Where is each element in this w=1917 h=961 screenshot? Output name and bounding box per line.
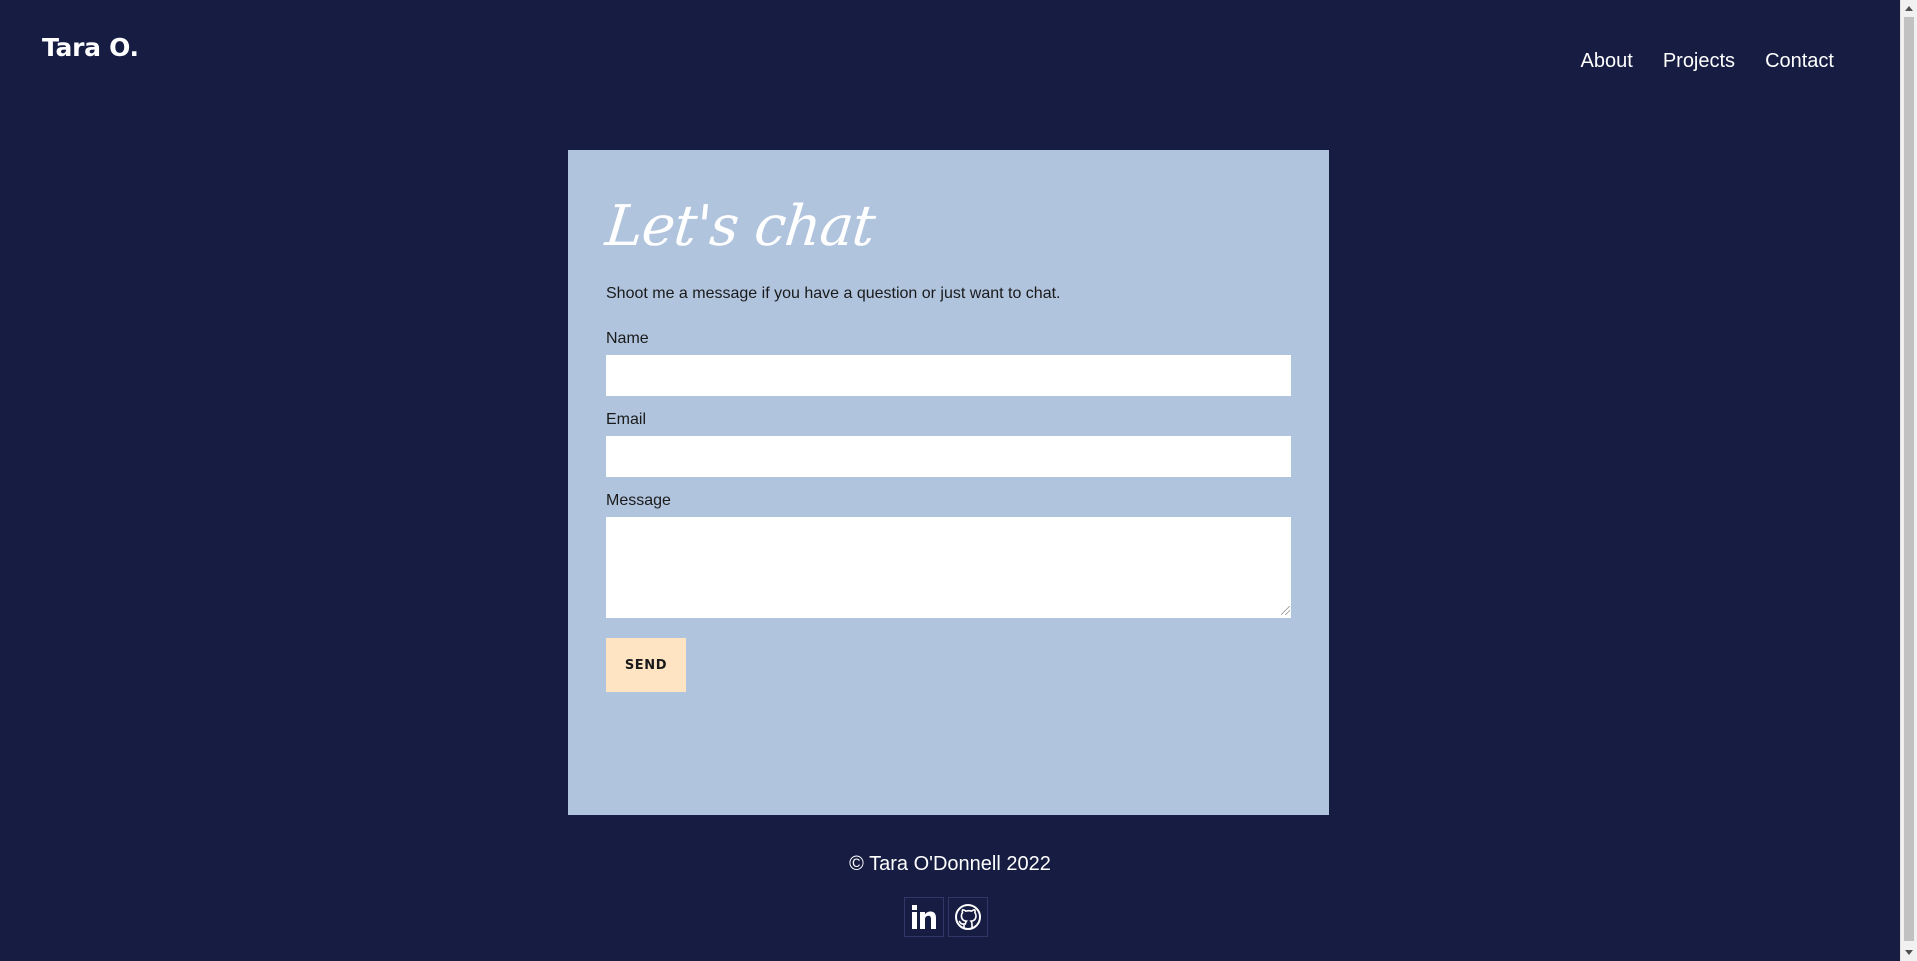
footer-copyright: © Tara O'Donnell 2022 xyxy=(849,853,1051,875)
nav-link-about[interactable]: About xyxy=(1581,50,1633,73)
message-textarea[interactable] xyxy=(606,517,1291,618)
linkedin-icon xyxy=(912,905,936,929)
linkedin-link[interactable] xyxy=(904,897,944,937)
nav-link-contact[interactable]: Contact xyxy=(1765,50,1834,73)
name-input[interactable] xyxy=(606,355,1291,396)
github-link[interactable] xyxy=(948,897,988,937)
social-links xyxy=(904,897,988,937)
github-icon xyxy=(955,904,981,930)
contact-intro: Shoot me a message if you have a questio… xyxy=(606,285,1061,302)
name-label: Name xyxy=(606,330,649,347)
contact-title: Let's chat xyxy=(602,194,878,259)
nav-link-projects[interactable]: Projects xyxy=(1663,50,1735,73)
vertical-scrollbar[interactable] xyxy=(1900,0,1917,961)
scroll-down-icon[interactable] xyxy=(1905,950,1913,955)
main-nav: About Projects Contact xyxy=(1581,50,1834,73)
scroll-up-icon[interactable] xyxy=(1905,6,1913,11)
site-logo[interactable]: Tara O. xyxy=(42,33,139,62)
contact-card: Let's chat Shoot me a message if you hav… xyxy=(568,150,1329,815)
email-input[interactable] xyxy=(606,436,1291,477)
message-label: Message xyxy=(606,492,671,509)
send-button[interactable]: SEND xyxy=(606,638,686,692)
page: Tara O. About Projects Contact Let's cha… xyxy=(0,0,1900,957)
email-label: Email xyxy=(606,411,647,428)
scrollbar-thumb[interactable] xyxy=(1904,17,1914,941)
textarea-resize-handle[interactable] xyxy=(1281,606,1290,615)
